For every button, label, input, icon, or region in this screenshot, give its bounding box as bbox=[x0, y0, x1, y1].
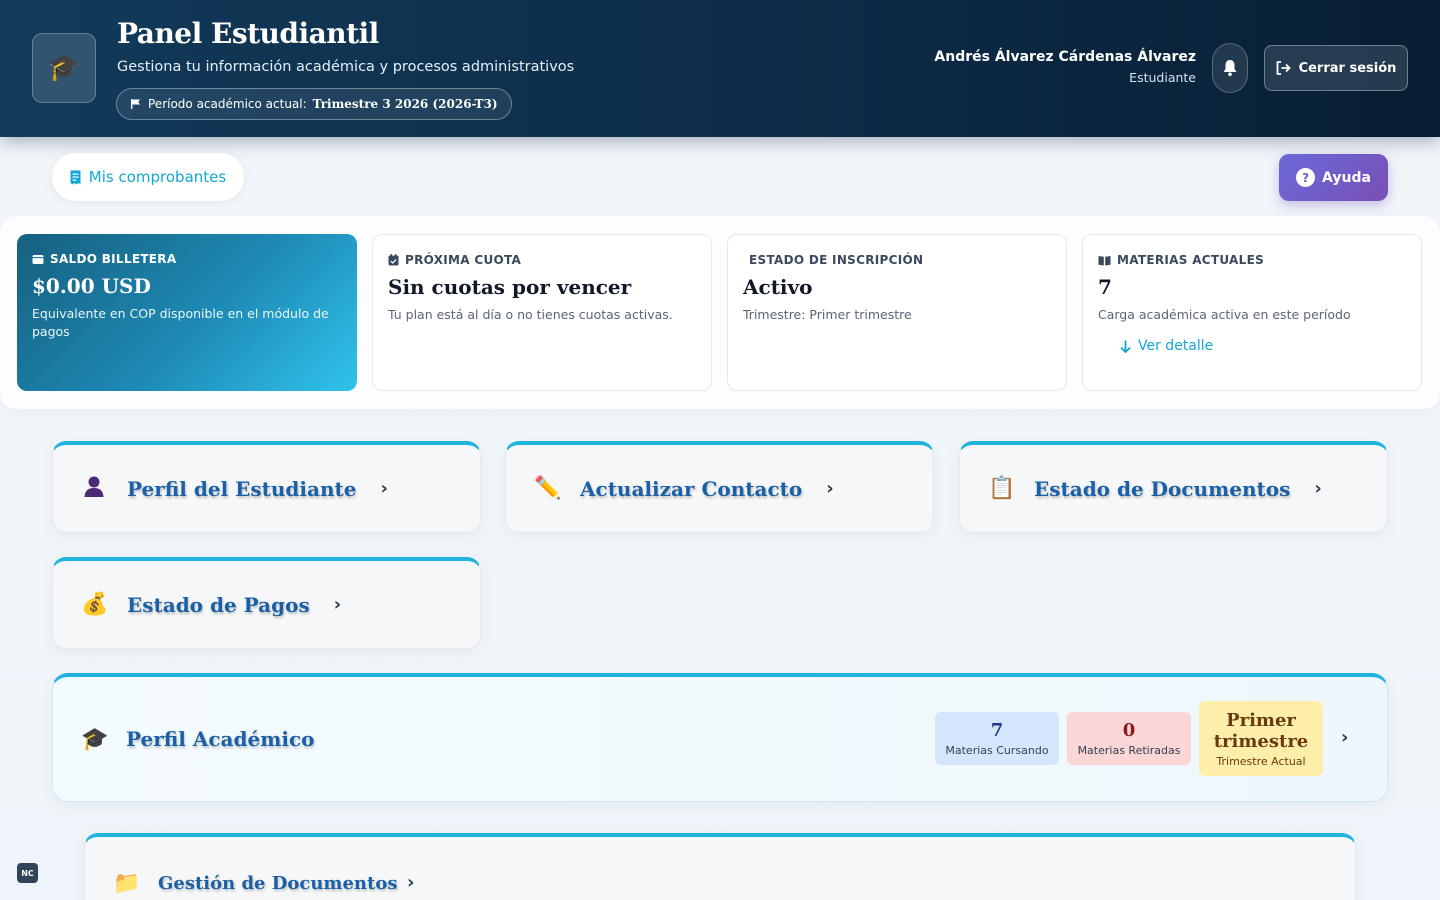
chevron-right-icon: › bbox=[333, 594, 342, 615]
withdrawn-subjects-stat: 0 Materias Retiradas bbox=[1067, 712, 1191, 765]
withdrawn-subjects-value: 0 bbox=[1122, 720, 1136, 741]
nc-badge[interactable]: NC bbox=[17, 863, 38, 883]
user-role: Estudiante bbox=[1129, 70, 1196, 85]
top-header: 🎓 Panel Estudiantil Gestiona tu informac… bbox=[0, 0, 1440, 137]
withdrawn-subjects-label: Materias Retiradas bbox=[1077, 744, 1181, 757]
user-name: Andrés Álvarez Cárdenas Álvarez bbox=[934, 49, 1196, 65]
view-detail-link[interactable]: Ver detalle bbox=[1120, 338, 1406, 354]
enrollment-label: ESTADO DE INSCRIPCIÓN bbox=[749, 253, 924, 267]
notifications-button[interactable] bbox=[1212, 43, 1248, 93]
academic-profile-card[interactable]: 🎓 Perfil Académico 7 Materias Cursando 0… bbox=[52, 673, 1388, 802]
logout-label: Cerrar sesión bbox=[1298, 60, 1397, 76]
current-subjects-stat: 7 Materias Cursando bbox=[935, 712, 1059, 765]
next-fee-desc: Tu plan está al día o no tienes cuotas a… bbox=[388, 307, 673, 322]
graduation-cap-icon: 🎓 bbox=[81, 727, 109, 752]
page-title: Panel Estudiantil bbox=[117, 17, 379, 50]
chevron-right-icon: › bbox=[380, 478, 388, 499]
period-label: Período académico actual: bbox=[148, 97, 307, 111]
current-term-label: Trimestre Actual bbox=[1216, 755, 1306, 768]
receipt-icon bbox=[70, 170, 81, 184]
wallet-desc: Equivalente en COP disponible en el módu… bbox=[32, 306, 329, 339]
update-contact-title: Actualizar Contacto bbox=[580, 476, 803, 501]
money-bag-icon: 💰 bbox=[81, 592, 109, 617]
subjects-label-row: MATERIAS ACTUALES bbox=[1098, 253, 1406, 267]
enrollment-value: Activo bbox=[743, 275, 813, 299]
pencil-icon: ✏️ bbox=[534, 476, 562, 501]
academic-period-pill: Período académico actual: Trimestre 3 20… bbox=[116, 88, 512, 120]
next-fee-value: Sin cuotas por vencer bbox=[388, 275, 632, 299]
wallet-icon bbox=[32, 254, 44, 264]
my-receipts-label: Mis comprobantes bbox=[88, 168, 227, 186]
document-management-card[interactable]: 📁 Gestión de Documentos › bbox=[84, 833, 1356, 900]
next-fee-label-row: PRÓXIMA CUOTA bbox=[388, 253, 696, 267]
wallet-label: SALDO BILLETERA bbox=[50, 252, 177, 266]
wallet-balance-card: SALDO BILLETERA $0.00 USD Equivalente en… bbox=[17, 234, 357, 391]
question-circle-icon: ? bbox=[1296, 168, 1316, 187]
document-management-title: Gestión de Documentos bbox=[158, 873, 398, 894]
update-contact-card[interactable]: ✏️ Actualizar Contacto › bbox=[505, 441, 934, 533]
help-label: Ayuda bbox=[1322, 169, 1371, 186]
bell-icon bbox=[1223, 60, 1237, 77]
documents-status-title: Estado de Documentos bbox=[1034, 476, 1291, 501]
calendar-check-icon bbox=[388, 254, 399, 266]
sign-out-icon bbox=[1276, 61, 1291, 75]
logout-button[interactable]: Cerrar sesión bbox=[1264, 45, 1408, 91]
enrollment-label-row: ESTADO DE INSCRIPCIÓN bbox=[743, 253, 1051, 267]
current-subjects-card: MATERIAS ACTUALES 7 Carga académica acti… bbox=[1082, 234, 1422, 391]
view-detail-label: Ver detalle bbox=[1138, 338, 1214, 354]
student-profile-title: Perfil del Estudiante bbox=[127, 476, 357, 501]
user-icon bbox=[81, 474, 107, 504]
subjects-desc: Carga académica activa en este período bbox=[1098, 307, 1351, 322]
period-value: Trimestre 3 2026 (2026-T3) bbox=[312, 97, 498, 111]
clipboard-icon: 📋 bbox=[988, 476, 1016, 501]
next-fee-label: PRÓXIMA CUOTA bbox=[405, 253, 522, 267]
wallet-label-row: SALDO BILLETERA bbox=[32, 252, 342, 266]
folder-icon: 📁 bbox=[113, 871, 141, 896]
documents-status-card[interactable]: 📋 Estado de Documentos › bbox=[959, 441, 1388, 533]
current-term-stat: Primer trimestre Trimestre Actual bbox=[1199, 701, 1323, 776]
my-receipts-button[interactable]: Mis comprobantes bbox=[52, 153, 244, 201]
chevron-right-icon: › bbox=[826, 478, 834, 499]
book-open-icon bbox=[1098, 255, 1111, 265]
next-fee-card: PRÓXIMA CUOTA Sin cuotas por vencer Tu p… bbox=[372, 234, 712, 391]
current-subjects-value: 7 bbox=[990, 720, 1004, 741]
academic-profile-title: Perfil Académico bbox=[126, 727, 315, 751]
current-term-value: Primer trimestre bbox=[1213, 710, 1309, 752]
enrollment-desc: Trimestre: Primer trimestre bbox=[743, 307, 912, 322]
current-subjects-label: Materias Cursando bbox=[945, 744, 1049, 757]
chevron-right-icon: › bbox=[1341, 727, 1349, 748]
payments-status-title: Estado de Pagos bbox=[127, 592, 310, 617]
chevron-right-icon: › bbox=[1314, 478, 1322, 499]
student-profile-card[interactable]: Perfil del Estudiante › bbox=[52, 441, 481, 533]
chevron-right-icon: › bbox=[407, 872, 415, 893]
user-info: Andrés Álvarez Cárdenas Álvarez Estudian… bbox=[934, 49, 1196, 85]
subjects-label: MATERIAS ACTUALES bbox=[1117, 253, 1265, 267]
wallet-value: $0.00 USD bbox=[32, 274, 151, 298]
payments-status-card[interactable]: 💰 Estado de Pagos › bbox=[52, 557, 481, 649]
subjects-value: 7 bbox=[1098, 275, 1112, 299]
flag-icon bbox=[131, 99, 140, 109]
arrow-down-icon bbox=[1120, 340, 1131, 353]
enrollment-status-card: ESTADO DE INSCRIPCIÓN Activo Trimestre: … bbox=[727, 234, 1067, 391]
graduation-cap-icon: 🎓 bbox=[32, 33, 96, 103]
help-button[interactable]: ? Ayuda bbox=[1279, 154, 1388, 201]
page-subtitle: Gestiona tu información académica y proc… bbox=[117, 59, 575, 75]
